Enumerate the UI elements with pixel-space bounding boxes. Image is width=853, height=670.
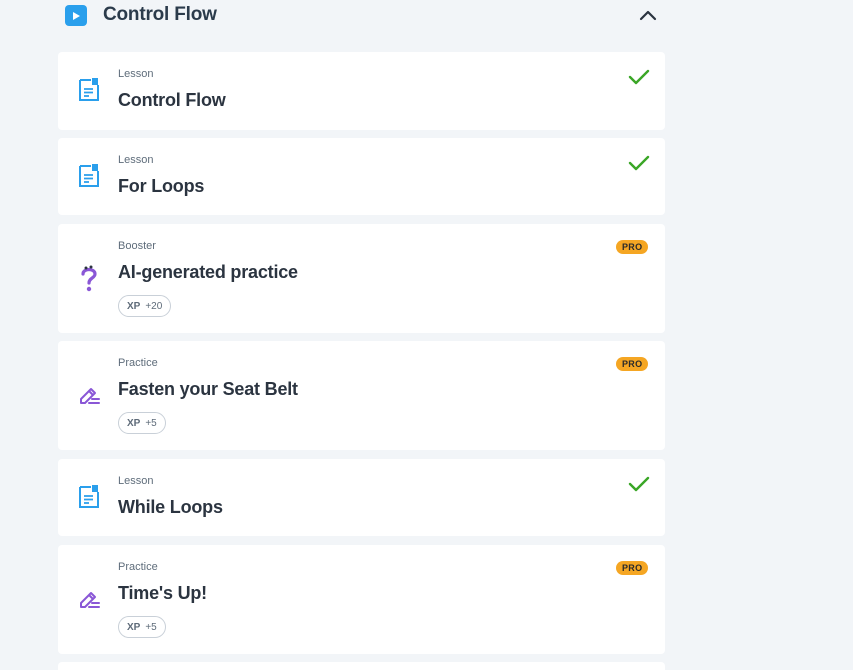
pencil-icon (77, 587, 101, 613)
xp-value: +20 (145, 300, 163, 312)
item-type-label: Practice (118, 357, 158, 369)
item-title: While Loops (118, 497, 223, 517)
lesson-card[interactable]: Lesson While Loops (58, 459, 665, 536)
chevron-up-icon[interactable] (636, 6, 660, 26)
xp-label: XP (127, 300, 141, 312)
practice-card[interactable]: Practice Time's Up! PRO XP +5 (58, 545, 665, 654)
check-icon (628, 154, 650, 172)
pro-badge: PRO (616, 240, 649, 254)
pro-badge: PRO (616, 561, 649, 575)
item-title: For Loops (118, 176, 205, 196)
lesson-document-icon (77, 484, 101, 510)
section-header[interactable]: Control Flow (58, 0, 665, 32)
item-type-label: Lesson (118, 154, 154, 166)
xp-chip: XP +20 (118, 295, 172, 317)
lesson-card[interactable]: Lesson Control Flow (58, 52, 665, 130)
item-title: Control Flow (118, 90, 226, 110)
pro-badge: PRO (616, 357, 649, 371)
check-icon (628, 68, 650, 86)
xp-label: XP (127, 417, 141, 429)
xp-value: +5 (145, 621, 157, 633)
question-mark-icon (77, 264, 101, 292)
lesson-document-icon (77, 163, 101, 189)
check-icon (628, 475, 650, 493)
xp-value: +5 (145, 417, 157, 429)
pencil-icon (77, 383, 101, 409)
xp-chip: XP +5 (118, 412, 166, 434)
xp-label: XP (127, 621, 141, 633)
section-title: Control Flow (103, 4, 217, 25)
item-type-label: Practice (118, 561, 158, 573)
item-title: Time's Up! (118, 583, 207, 603)
play-icon (65, 5, 87, 26)
lesson-document-icon (77, 77, 101, 103)
item-type-label: Lesson (118, 68, 154, 80)
practice-card[interactable]: Practice Fasten your Seat Belt PRO XP +5 (58, 341, 665, 450)
xp-chip: XP +5 (118, 616, 166, 638)
item-title: AI-generated practice (118, 262, 298, 282)
next-card-partial[interactable] (58, 662, 665, 670)
item-type-label: Booster (118, 240, 156, 252)
booster-card[interactable]: Booster AI-generated practice PRO XP +20 (58, 224, 665, 333)
lesson-card[interactable]: Lesson For Loops (58, 138, 665, 215)
item-type-label: Lesson (118, 475, 154, 487)
item-title: Fasten your Seat Belt (118, 379, 298, 399)
